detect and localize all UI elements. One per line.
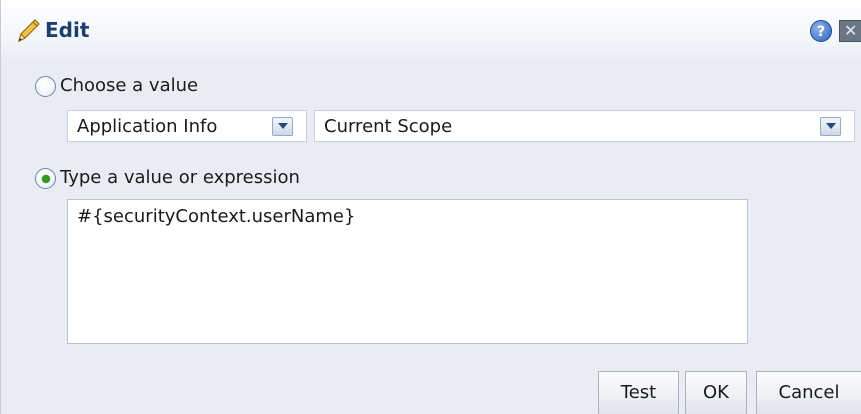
source-select-value: Application Info — [77, 116, 218, 137]
close-icon[interactable]: ✕ — [839, 20, 861, 42]
cancel-button[interactable]: Cancel — [756, 371, 861, 414]
expression-field[interactable] — [67, 199, 748, 344]
test-button[interactable]: Test — [598, 371, 679, 414]
source-select[interactable]: Application Info — [67, 110, 307, 142]
expression-label: Type a value or expression — [60, 167, 300, 188]
chevron-down-icon[interactable] — [272, 117, 293, 136]
pencil-icon — [18, 19, 40, 43]
choose-value-label: Choose a value — [60, 75, 199, 96]
dialog-title: Edit — [45, 18, 90, 42]
expression-radio[interactable] — [35, 168, 56, 189]
choose-value-radio[interactable] — [35, 76, 56, 97]
edit-dialog: Edit ? ✕ Choose a value Application Info… — [0, 0, 861, 414]
scope-select[interactable]: Current Scope — [314, 110, 855, 142]
ok-button[interactable]: OK — [685, 371, 747, 414]
help-icon[interactable]: ? — [810, 20, 832, 42]
scope-select-value: Current Scope — [324, 116, 453, 137]
dialog-titlebar: Edit ? ✕ — [1, 0, 861, 62]
chevron-down-icon[interactable] — [820, 117, 841, 136]
